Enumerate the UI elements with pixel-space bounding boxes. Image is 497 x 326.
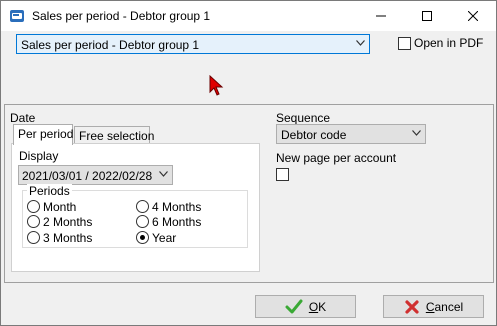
sequence-select[interactable]: Debtor code xyxy=(276,124,426,144)
tab-free-selection-label: Free selection xyxy=(79,129,155,143)
date-section-label: Date xyxy=(10,111,36,125)
maximize-icon xyxy=(422,11,432,21)
radio-4-months[interactable] xyxy=(136,200,149,213)
tab-per-period-label: Per period xyxy=(18,127,74,141)
title-bar[interactable]: Sales per period - Debtor group 1 xyxy=(1,1,496,31)
radio-2-months[interactable] xyxy=(27,215,40,228)
chevron-down-icon xyxy=(412,130,421,136)
cancel-button-label: Cancel xyxy=(425,299,464,314)
tab-per-period[interactable]: Per period xyxy=(13,124,73,145)
maximize-button[interactable] xyxy=(404,1,450,31)
checkmark-icon xyxy=(285,299,303,313)
ok-button[interactable]: OK xyxy=(255,295,356,318)
open-in-pdf-label[interactable]: Open in PDF xyxy=(414,36,483,50)
display-period-value: 2021/03/01 / 2022/02/28 xyxy=(22,169,153,183)
radio-selected-dot xyxy=(140,235,145,240)
window-title: Sales per period - Debtor group 1 xyxy=(32,9,211,23)
open-in-pdf-checkbox[interactable] xyxy=(398,37,411,50)
radio-6-months-label[interactable]: 6 Months xyxy=(152,215,201,229)
display-period-select[interactable]: 2021/03/01 / 2022/02/28 xyxy=(18,165,173,185)
chevron-down-icon xyxy=(159,171,168,177)
radio-month-label[interactable]: Month xyxy=(43,200,76,214)
radio-month[interactable] xyxy=(27,200,40,213)
chevron-down-icon xyxy=(356,40,365,46)
sequence-label: Sequence xyxy=(276,111,331,125)
display-label: Display xyxy=(19,149,59,163)
radio-year-label[interactable]: Year xyxy=(152,231,176,245)
radio-year[interactable] xyxy=(136,231,149,244)
app-icon xyxy=(10,10,24,22)
mouse-cursor-icon xyxy=(209,75,224,96)
new-page-per-account-label: New page per account xyxy=(276,151,397,165)
report-select[interactable]: Sales per period - Debtor group 1 xyxy=(16,34,370,54)
radio-6-months[interactable] xyxy=(136,215,149,228)
sequence-select-value: Debtor code xyxy=(281,128,347,142)
cancel-button[interactable]: Cancel xyxy=(383,295,484,318)
minimize-icon xyxy=(376,15,386,17)
cancel-x-icon xyxy=(405,299,419,314)
minimize-button[interactable] xyxy=(358,1,404,31)
radio-3-months[interactable] xyxy=(27,231,40,244)
dialog-window: Sales per period - Debtor group 1 Sales … xyxy=(0,0,497,326)
report-select-value: Sales per period - Debtor group 1 xyxy=(21,38,200,52)
close-icon xyxy=(468,11,478,21)
new-page-per-account-checkbox[interactable] xyxy=(276,168,289,181)
radio-3-months-label[interactable]: 3 Months xyxy=(43,231,92,245)
close-button[interactable] xyxy=(450,1,496,31)
ok-button-label: OK xyxy=(308,299,327,314)
radio-4-months-label[interactable]: 4 Months xyxy=(152,200,201,214)
periods-group-title: Periods xyxy=(27,184,72,198)
radio-2-months-label[interactable]: 2 Months xyxy=(43,215,92,229)
